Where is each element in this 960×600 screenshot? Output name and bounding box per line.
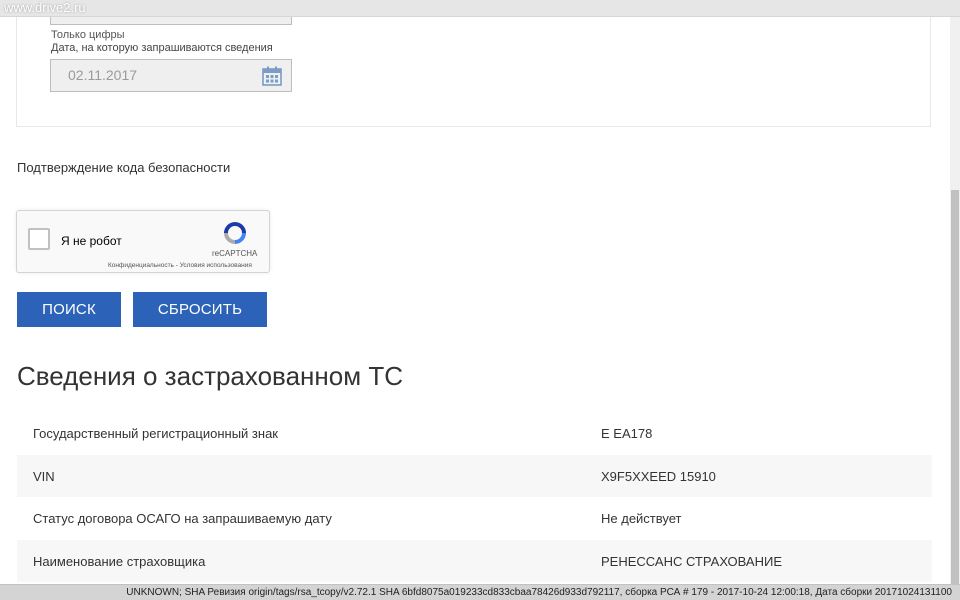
- search-button[interactable]: Поиск: [17, 292, 121, 327]
- table-row: VIN X9F5XXEED 15910: [17, 454, 932, 497]
- row-value: Не действует: [601, 511, 682, 526]
- section-title: Сведения о застрахованном ТС: [17, 361, 403, 391]
- vertical-scrollbar[interactable]: [950, 0, 960, 584]
- row-label: Статус договора ОСАГО на запрашиваемую д…: [33, 511, 332, 526]
- table-row: Статус договора ОСАГО на запрашиваемую д…: [17, 497, 932, 540]
- row-label: Наименование страховщика: [33, 553, 206, 569]
- recaptcha-logo-icon: [224, 222, 246, 244]
- browser-top-strip: [0, 0, 960, 17]
- calendar-icon[interactable]: [262, 66, 282, 86]
- table-row: Государственный регистрационный знак Е Е…: [17, 412, 932, 455]
- recaptcha-brand: reCAPTCHA: [212, 249, 258, 258]
- build-info-footer: UNKNOWN; SHA Ревизия origin/tags/rsa_tco…: [0, 584, 960, 600]
- insured-vehicle-table: Государственный регистрационный знак Е Е…: [17, 412, 932, 582]
- number-hint: Только цифры: [51, 29, 125, 41]
- captcha-checkbox[interactable]: [28, 228, 50, 250]
- row-value: РЕНЕССАНС СТРАХОВАНИЕ: [601, 553, 782, 569]
- date-input[interactable]: 02.11.2017: [50, 59, 292, 92]
- row-value: X9F5XXEED 15910: [601, 468, 716, 484]
- site-watermark: www.drive2.ru: [4, 0, 86, 15]
- date-label: Дата, на которую запрашиваются сведения: [51, 42, 273, 54]
- captcha-label: Я не робот: [61, 234, 122, 248]
- reset-button[interactable]: Сбросить: [133, 292, 267, 327]
- captcha-title: Подтверждение кода безопасности: [17, 160, 231, 175]
- table-row: Наименование страховщика РЕНЕССАНС СТРАХ…: [17, 539, 932, 582]
- scrollbar-thumb[interactable]: [951, 190, 959, 584]
- row-label: Государственный регистрационный знак: [33, 426, 278, 441]
- recaptcha-widget: Я не робот reCAPTCHA Конфиденциальность …: [16, 210, 270, 273]
- row-value: Е ЕА178: [601, 426, 653, 441]
- recaptcha-links[interactable]: Конфиденциальность - Условия использован…: [108, 262, 252, 269]
- row-label: VIN: [33, 468, 55, 484]
